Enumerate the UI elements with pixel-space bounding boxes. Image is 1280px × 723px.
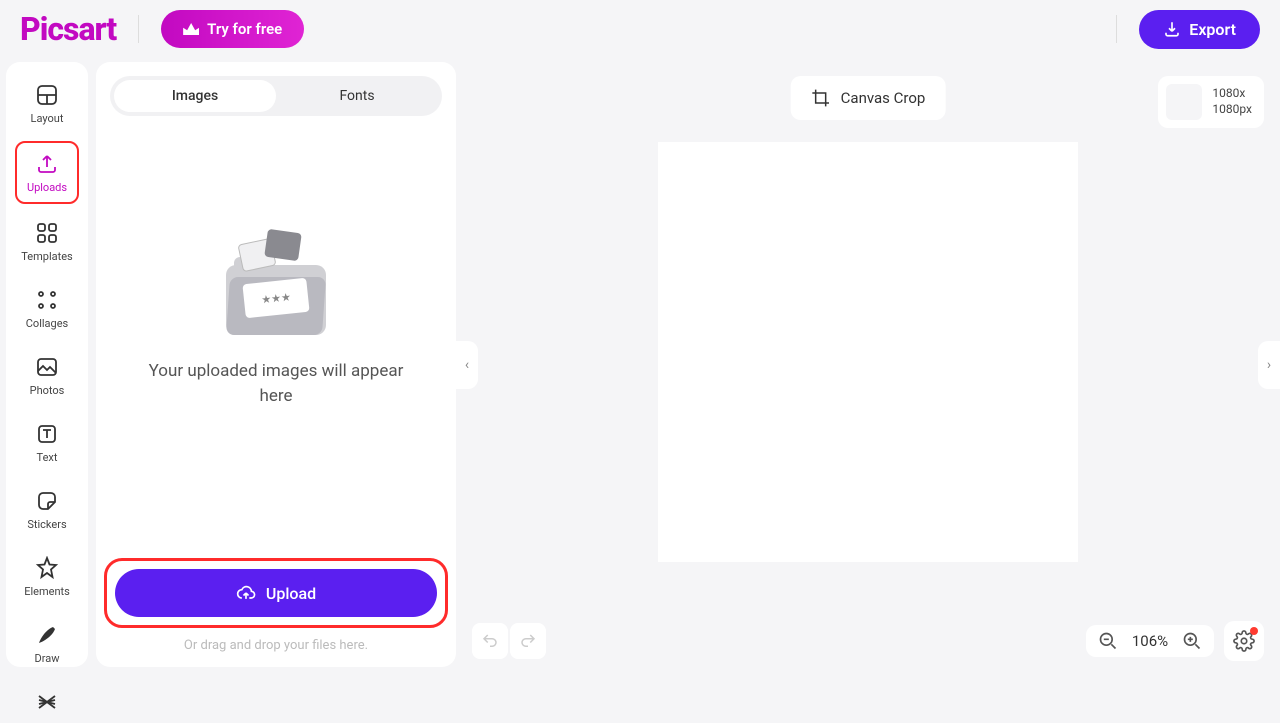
rail-layout[interactable]: Layout <box>15 74 79 133</box>
uploads-panel: Images Fonts ★★★ Your uploaded images wi… <box>96 62 456 667</box>
download-icon <box>1163 20 1181 38</box>
upload-highlight: Upload <box>104 558 448 628</box>
rail-elements[interactable]: Elements <box>15 547 79 606</box>
canvas-size-chip[interactable]: 1080x 1080px <box>1158 76 1264 128</box>
more-icon <box>34 689 60 715</box>
text-icon <box>34 421 60 447</box>
zoom-control: 106% <box>1086 625 1214 657</box>
undo-button[interactable] <box>472 623 508 659</box>
canvas-area: Canvas Crop ‹ › 1080x 1080px 106% <box>460 62 1276 667</box>
rail-stickers[interactable]: Stickers <box>15 480 79 539</box>
app-header: Picsart Try for free Export <box>0 0 1280 58</box>
rail-label: Elements <box>24 585 70 598</box>
divider <box>1116 15 1117 43</box>
zoom-out-button[interactable] <box>1098 631 1118 651</box>
main: Layout Uploads Templates Collages Photos… <box>0 58 1280 671</box>
try-for-free-button[interactable]: Try for free <box>161 10 304 48</box>
canvas[interactable] <box>658 142 1078 562</box>
rail-more[interactable] <box>15 681 79 723</box>
export-button[interactable]: Export <box>1139 10 1260 49</box>
rail-label: Uploads <box>27 181 67 194</box>
crown-icon <box>183 23 199 35</box>
rail-uploads[interactable]: Uploads <box>15 141 79 204</box>
rail-draw[interactable]: Draw <box>15 614 79 673</box>
upload-label: Upload <box>266 584 316 603</box>
notification-dot <box>1250 627 1258 635</box>
chevron-left-icon: ‹ <box>465 357 469 373</box>
empty-illustration: ★★★ <box>206 225 346 345</box>
upload-button[interactable]: Upload <box>115 569 437 617</box>
rail-label: Layout <box>31 112 64 125</box>
canvas-thumb <box>1166 84 1202 120</box>
rail-label: Collages <box>26 317 68 330</box>
export-label: Export <box>1189 20 1236 39</box>
stickers-icon <box>34 488 60 514</box>
zoom-out-icon <box>1098 631 1118 651</box>
upload-icon <box>34 151 60 177</box>
draw-icon <box>34 622 60 648</box>
empty-text: Your uploaded images will appear here <box>146 359 406 410</box>
bottom-toolbar: 106% <box>460 621 1276 661</box>
redo-button[interactable] <box>510 623 546 659</box>
rail-label: Draw <box>35 652 60 665</box>
cloud-upload-icon <box>236 583 256 603</box>
rail-label: Stickers <box>27 518 66 531</box>
templates-icon <box>34 220 60 246</box>
expand-panel-button[interactable]: › <box>1258 341 1280 389</box>
empty-state: ★★★ Your uploaded images will appear her… <box>110 76 442 558</box>
tool-rail: Layout Uploads Templates Collages Photos… <box>6 62 88 667</box>
rail-text[interactable]: Text <box>15 413 79 472</box>
chevron-right-icon: › <box>1267 357 1271 373</box>
zoom-in-button[interactable] <box>1182 631 1202 651</box>
rail-label: Text <box>37 451 58 464</box>
canvas-dims: 1080x 1080px <box>1212 86 1252 117</box>
rail-photos[interactable]: Photos <box>15 346 79 405</box>
rail-templates[interactable]: Templates <box>15 212 79 271</box>
canvas-crop-label: Canvas Crop <box>841 89 926 107</box>
divider <box>138 15 139 43</box>
undo-icon <box>481 632 499 650</box>
collages-icon <box>34 287 60 313</box>
crop-icon <box>811 88 831 108</box>
zoom-value: 106% <box>1128 632 1172 650</box>
logo[interactable]: Picsart <box>20 10 116 48</box>
settings-button[interactable] <box>1224 621 1264 661</box>
rail-collages[interactable]: Collages <box>15 279 79 338</box>
rail-label: Templates <box>21 250 72 263</box>
try-free-label: Try for free <box>207 20 282 38</box>
collapse-panel-button[interactable]: ‹ <box>456 341 478 389</box>
redo-icon <box>519 632 537 650</box>
layout-icon <box>34 82 60 108</box>
rail-label: Photos <box>30 384 65 397</box>
canvas-crop-button[interactable]: Canvas Crop <box>791 76 946 120</box>
elements-icon <box>34 555 60 581</box>
drag-hint: Or drag and drop your files here. <box>110 638 442 653</box>
zoom-in-icon <box>1182 631 1202 651</box>
photos-icon <box>34 354 60 380</box>
